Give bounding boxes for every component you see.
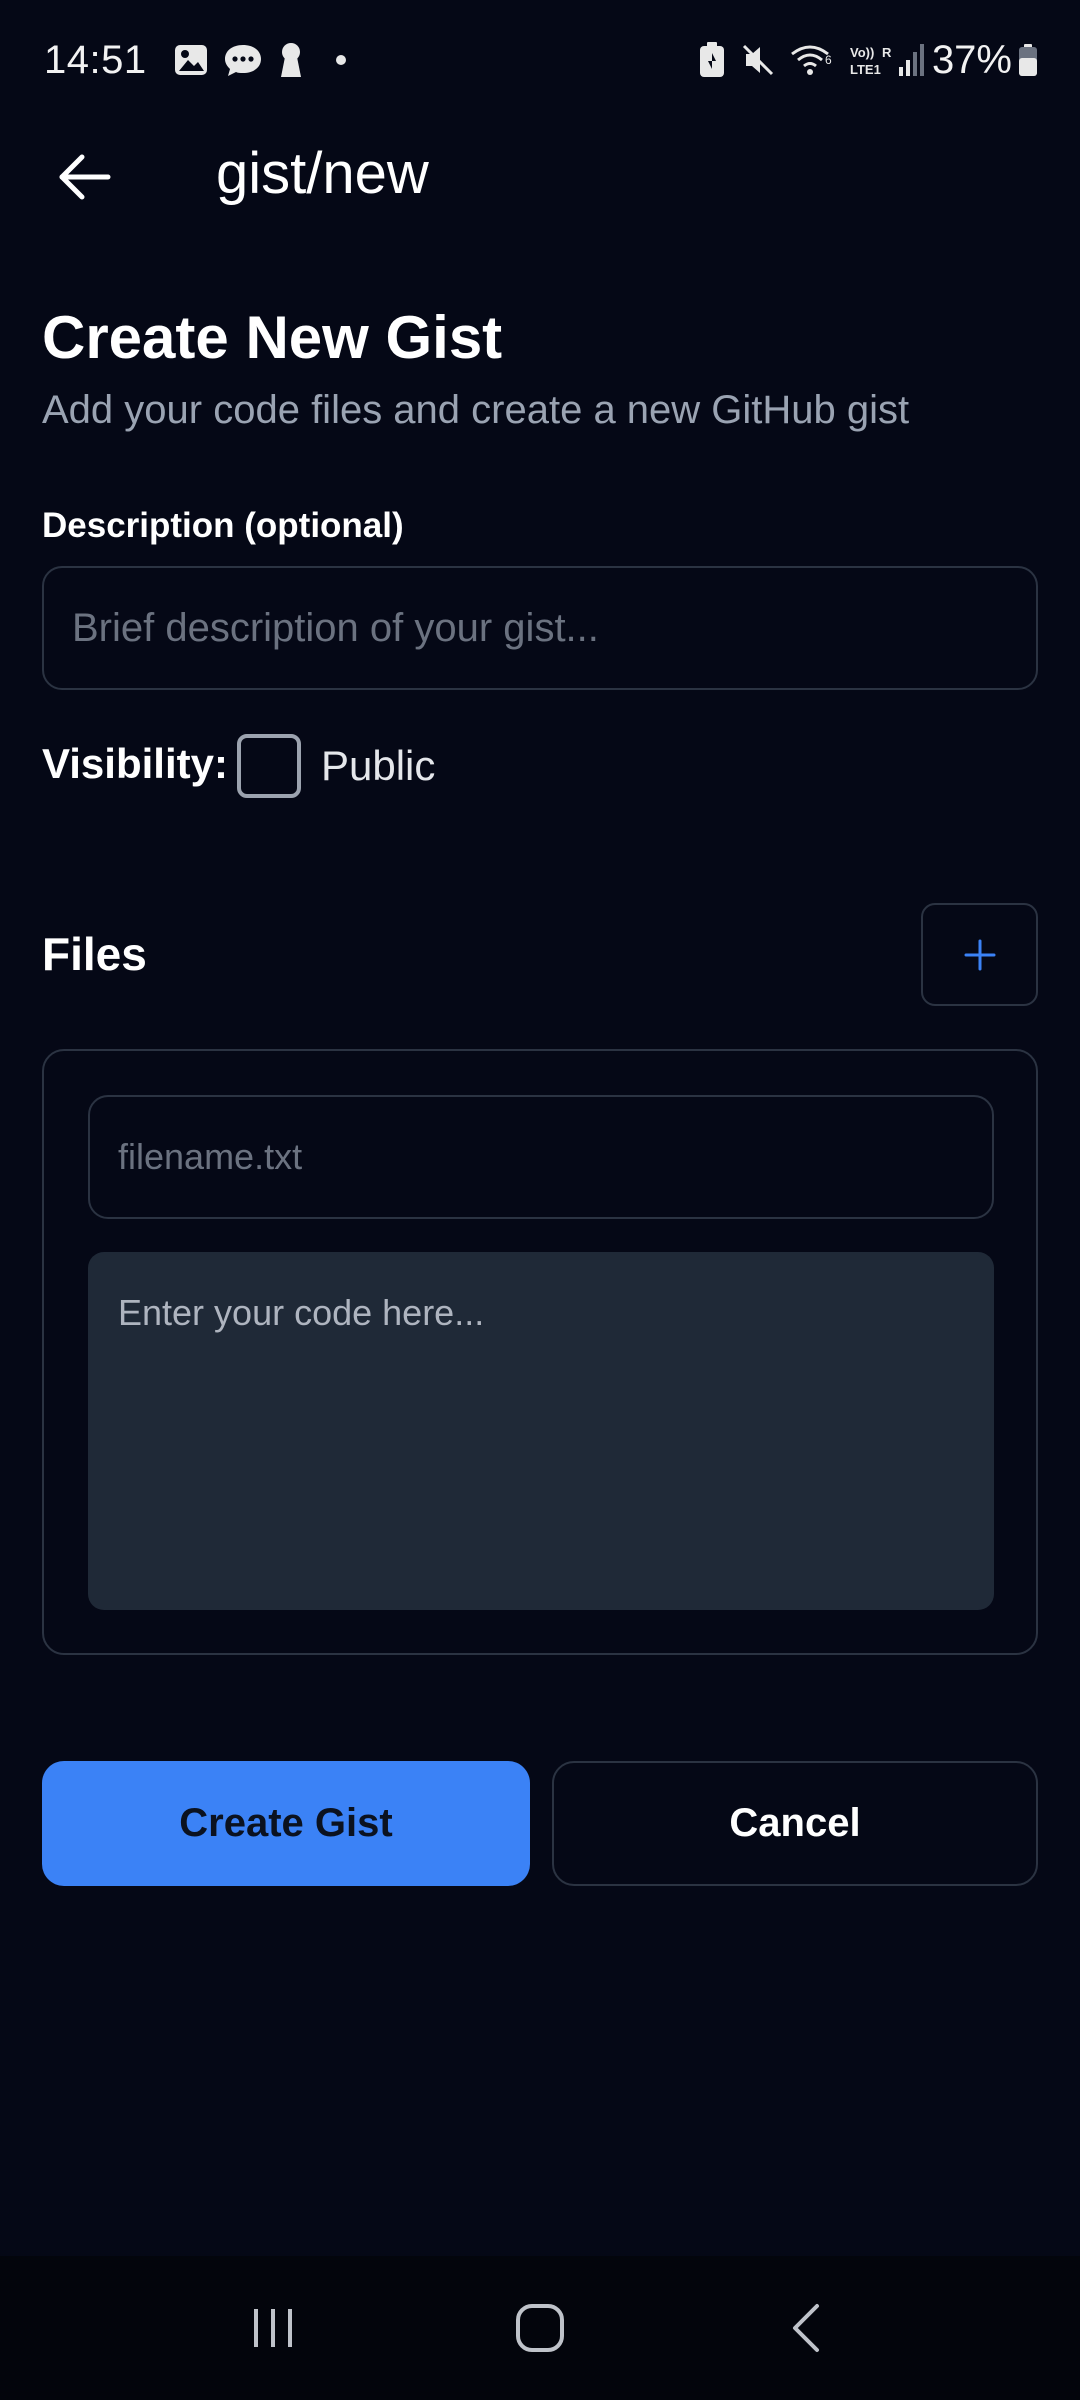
arrow-left-icon (56, 152, 112, 202)
code-textarea[interactable] (88, 1252, 994, 1610)
dot-icon (335, 54, 347, 66)
svg-text:LTE1: LTE1 (850, 62, 881, 77)
svg-text:R: R (882, 45, 892, 60)
plus-icon (962, 937, 998, 973)
status-left: 14:51 (44, 38, 347, 83)
visibility-label: Visibility: (42, 740, 228, 787)
home-icon (514, 2302, 566, 2354)
battery-icon (1018, 43, 1038, 77)
svg-text:6: 6 (825, 53, 832, 67)
gallery-icon (173, 42, 209, 78)
back-icon (787, 2302, 827, 2354)
status-time: 14:51 (44, 37, 147, 82)
description-label: Description (optional) (42, 506, 404, 545)
back-button[interactable] (44, 142, 124, 212)
filename-input[interactable] (88, 1095, 994, 1219)
page-subtitle: Add your code files and create a new Git… (42, 388, 910, 432)
add-file-button[interactable] (921, 903, 1038, 1006)
files-heading: Files (42, 928, 147, 980)
navigation-bar (0, 2256, 1080, 2400)
mute-icon (740, 42, 776, 78)
svg-text:Vo)): Vo)) (850, 45, 874, 60)
chat-icon (223, 42, 263, 78)
recents-button[interactable] (213, 2278, 333, 2378)
status-bar: 14:51 6 Vo)) LTE1 R 37% (0, 0, 1080, 120)
volte-icon: Vo)) LTE1 R (848, 42, 892, 78)
status-right: 6 Vo)) LTE1 R 37% (684, 38, 1038, 83)
description-input[interactable] (42, 566, 1038, 690)
public-checkbox-label[interactable]: Public (321, 742, 435, 790)
cancel-button[interactable]: Cancel (552, 1761, 1038, 1886)
screen: 14:51 6 Vo)) LTE1 R 37% gist/new Create … (0, 0, 1080, 2400)
system-back-button[interactable] (747, 2278, 867, 2378)
home-button[interactable] (480, 2278, 600, 2378)
recents-icon (248, 2303, 298, 2353)
battery-percentage: 37% (931, 37, 1012, 82)
battery-saver-icon (698, 41, 726, 79)
signal-icon (898, 43, 924, 77)
wifi-icon: 6 (790, 42, 834, 78)
app-bar-title: gist/new (216, 141, 429, 206)
top-app-bar: gist/new (0, 120, 1080, 230)
keyhole-icon (277, 41, 305, 79)
public-checkbox[interactable] (237, 734, 301, 798)
create-gist-button[interactable]: Create Gist (42, 1761, 530, 1886)
page-title: Create New Gist (42, 304, 503, 371)
